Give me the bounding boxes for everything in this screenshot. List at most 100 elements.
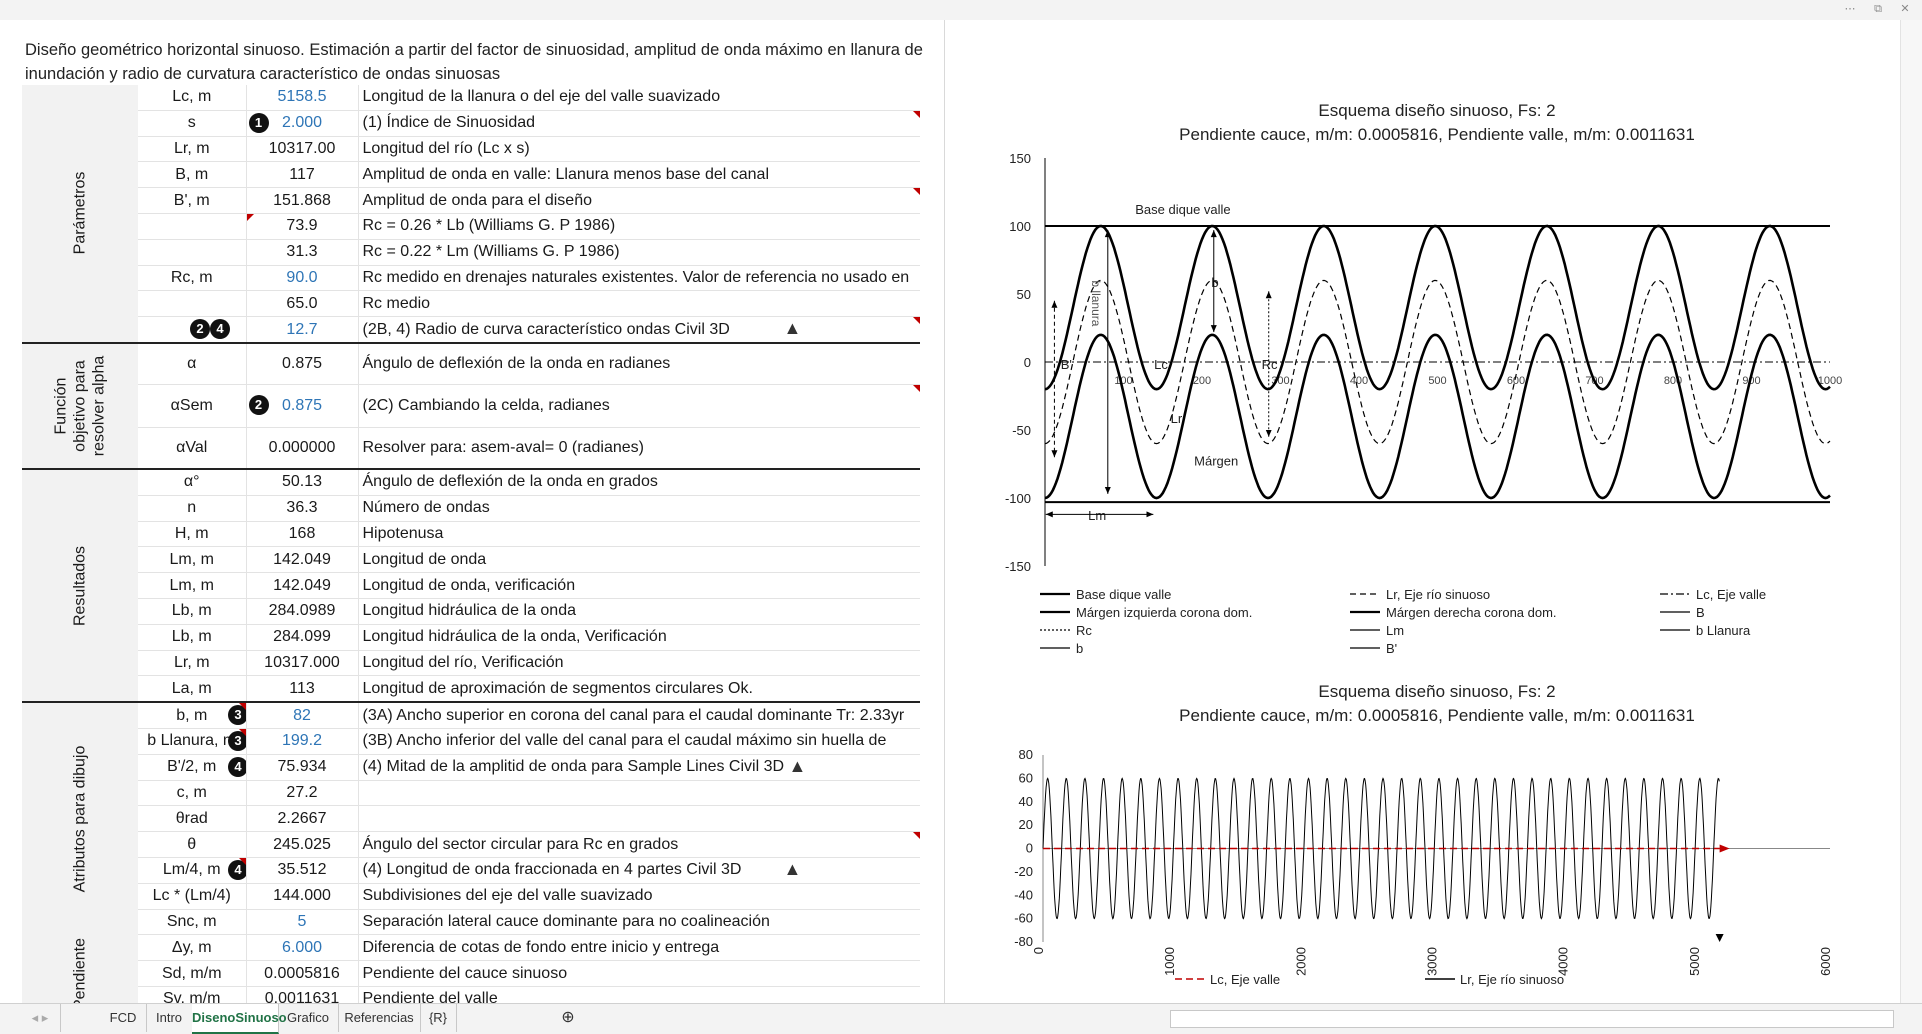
param-label[interactable]: Lc * (Lm/4) [138, 883, 247, 910]
param-value[interactable]: 10317.000 [246, 650, 359, 677]
param-description[interactable] [358, 805, 920, 833]
param-description[interactable]: Longitud de onda, verificación [358, 572, 920, 599]
param-value[interactable]: 65.0 [246, 290, 359, 318]
param-label[interactable]: Lr, m [138, 650, 247, 677]
param-value[interactable]: 117 [246, 161, 359, 189]
tab-referencias[interactable]: Referencias [338, 1004, 421, 1032]
param-description[interactable] [358, 780, 920, 807]
param-label[interactable]: Sv, m/m [138, 986, 247, 1003]
param-description[interactable]: Amplitud de onda para el diseño [358, 187, 920, 214]
param-label[interactable]: Lm/4, m4 [138, 857, 247, 884]
param-value[interactable]: 90.0 [246, 265, 359, 292]
param-value[interactable]: 5 [246, 909, 359, 936]
param-value[interactable]: 142.049 [246, 572, 359, 599]
param-value[interactable]: 12.7 [246, 316, 359, 344]
param-label[interactable]: B', m [138, 187, 247, 214]
param-value[interactable]: 10317.00 [246, 136, 359, 163]
param-value[interactable]: 73.9 [246, 213, 359, 240]
param-value[interactable]: 2.000 1 [246, 110, 359, 137]
param-value[interactable]: 0.875 [246, 341, 359, 385]
param-label[interactable]: Lb, m [138, 624, 247, 651]
param-description[interactable]: Pendiente del cauce sinuoso [358, 960, 920, 987]
param-description[interactable]: (2C) Cambiando la celda, radianes [358, 384, 920, 428]
param-value[interactable]: 144.000 [246, 883, 359, 910]
param-value[interactable]: 245.025 [246, 831, 359, 858]
param-description[interactable]: Longitud del río, Verificación [358, 650, 920, 677]
param-description[interactable]: Longitud de la llanura o del eje del val… [358, 85, 920, 111]
param-description[interactable]: Rc medio [358, 290, 920, 318]
param-description[interactable]: (1) Índice de Sinuosidad [358, 110, 920, 137]
param-description[interactable]: Longitud hidráulica de la onda, Verifica… [358, 624, 920, 651]
param-label[interactable]: La, m [138, 675, 247, 703]
param-value[interactable]: 0.0011631 [246, 986, 359, 1003]
tab-disenosinuoso[interactable]: DisenoSinuoso [192, 1004, 287, 1034]
param-description[interactable]: Rc = 0.26 * Lb (Williams G. P 1986) [358, 213, 920, 240]
param-value[interactable]: 5158.5 [246, 85, 359, 111]
param-description[interactable]: Ángulo del sector circular para Rc en gr… [358, 831, 920, 858]
param-label[interactable]: Lm, m [138, 572, 247, 599]
sinuous-design-chart[interactable]: Esquema diseño sinuoso, Fs: 2 Pendiente c… [1000, 70, 1880, 670]
tab-grafico[interactable]: Grafico [278, 1004, 339, 1032]
param-description[interactable]: Pendiente del valle [358, 986, 920, 1003]
param-label[interactable] [138, 290, 247, 318]
param-label[interactable]: Rc, m [138, 265, 247, 292]
param-value[interactable]: 142.049 [246, 546, 359, 574]
tab-intro[interactable]: Intro [146, 1004, 193, 1032]
param-label[interactable]: B'/2, m4 [138, 754, 247, 781]
param-value[interactable]: 82 [246, 701, 359, 729]
param-label[interactable]: b, m3 [138, 701, 247, 729]
param-description[interactable]: (4) Longitud de onda fraccionada en 4 pa… [358, 857, 920, 884]
param-label[interactable]: b Llanura, m3 [138, 728, 247, 755]
worksheet[interactable]: Diseño geométrico horizontal sinuoso. Es… [0, 20, 1900, 1003]
param-label[interactable]: Snc, m [138, 909, 247, 936]
param-description[interactable]: Número de ondas [358, 495, 920, 522]
param-label[interactable]: n [138, 495, 247, 522]
param-label[interactable]: Sd, m/m [138, 960, 247, 987]
param-value[interactable]: 0.875 2 [246, 384, 359, 428]
param-value[interactable]: 36.3 [246, 495, 359, 522]
param-label[interactable]: Lr, m [138, 136, 247, 163]
param-description[interactable]: Longitud hidráulica de la onda [358, 598, 920, 625]
param-description[interactable]: Ángulo de deflexión de la onda en radian… [358, 341, 920, 385]
param-description[interactable]: Rc medido en drenajes naturales existent… [358, 265, 920, 292]
param-value[interactable]: 168 [246, 521, 359, 548]
param-value[interactable]: 6.000 [246, 934, 359, 962]
param-label[interactable]: B, m [138, 161, 247, 189]
param-description[interactable]: (3A) Ancho superior en corona del canal … [358, 701, 920, 729]
close-icon[interactable]: ✕ [1895, 2, 1915, 16]
vertical-scrollbar[interactable] [1900, 20, 1922, 1003]
param-description[interactable]: Hipotenusa [358, 521, 920, 548]
add-sheet-icon[interactable]: ⊕ [555, 1004, 581, 1032]
param-value[interactable]: 0.000000 [246, 427, 359, 470]
param-value[interactable]: 35.512 [246, 857, 359, 884]
param-description[interactable]: Longitud del río (Lc x s) [358, 136, 920, 163]
param-value[interactable]: 2.2667 [246, 805, 359, 833]
param-label[interactable]: Lc, m [138, 85, 247, 111]
param-label[interactable]: s [138, 110, 247, 137]
param-label[interactable]: θrad [138, 805, 247, 833]
param-description[interactable]: Longitud de onda [358, 546, 920, 574]
sinuous-profile-chart[interactable]: Esquema diseño sinuoso, Fs: 2 Pendiente c… [1000, 675, 1880, 1003]
param-value[interactable]: 0.0005816 [246, 960, 359, 987]
param-label[interactable] [138, 213, 247, 240]
param-label[interactable] [138, 239, 247, 266]
param-value[interactable]: 50.13 [246, 467, 359, 496]
param-label[interactable]: H, m [138, 521, 247, 548]
tab-r[interactable]: {R} [420, 1004, 457, 1032]
param-description[interactable]: Diferencia de cotas de fondo entre inici… [358, 934, 920, 962]
param-label[interactable]: Δy, m [138, 934, 247, 962]
param-description[interactable]: (4) Mitad de la amplitid de onda para Sa… [358, 754, 920, 781]
param-description[interactable]: Subdivisiones del eje del valle suavizad… [358, 883, 920, 910]
param-label[interactable]: Lb, m [138, 598, 247, 625]
param-value[interactable]: 31.3 [246, 239, 359, 266]
param-description[interactable]: (3B) Ancho inferior del valle del canal … [358, 728, 920, 755]
param-description[interactable]: Ángulo de deflexión de la onda en grados [358, 467, 920, 496]
param-value[interactable]: 284.0989 [246, 598, 359, 625]
param-label[interactable]: Lm, m [138, 546, 247, 574]
param-description[interactable]: Resolver para: asem-aval= 0 (radianes) [358, 427, 920, 470]
param-value[interactable]: 284.099 [246, 624, 359, 651]
param-description[interactable]: Separación lateral cauce dominante para … [358, 909, 920, 936]
tab-fcd[interactable]: FCD [100, 1004, 147, 1032]
param-value[interactable]: 151.868 [246, 187, 359, 214]
param-label[interactable]: α° [138, 467, 247, 496]
